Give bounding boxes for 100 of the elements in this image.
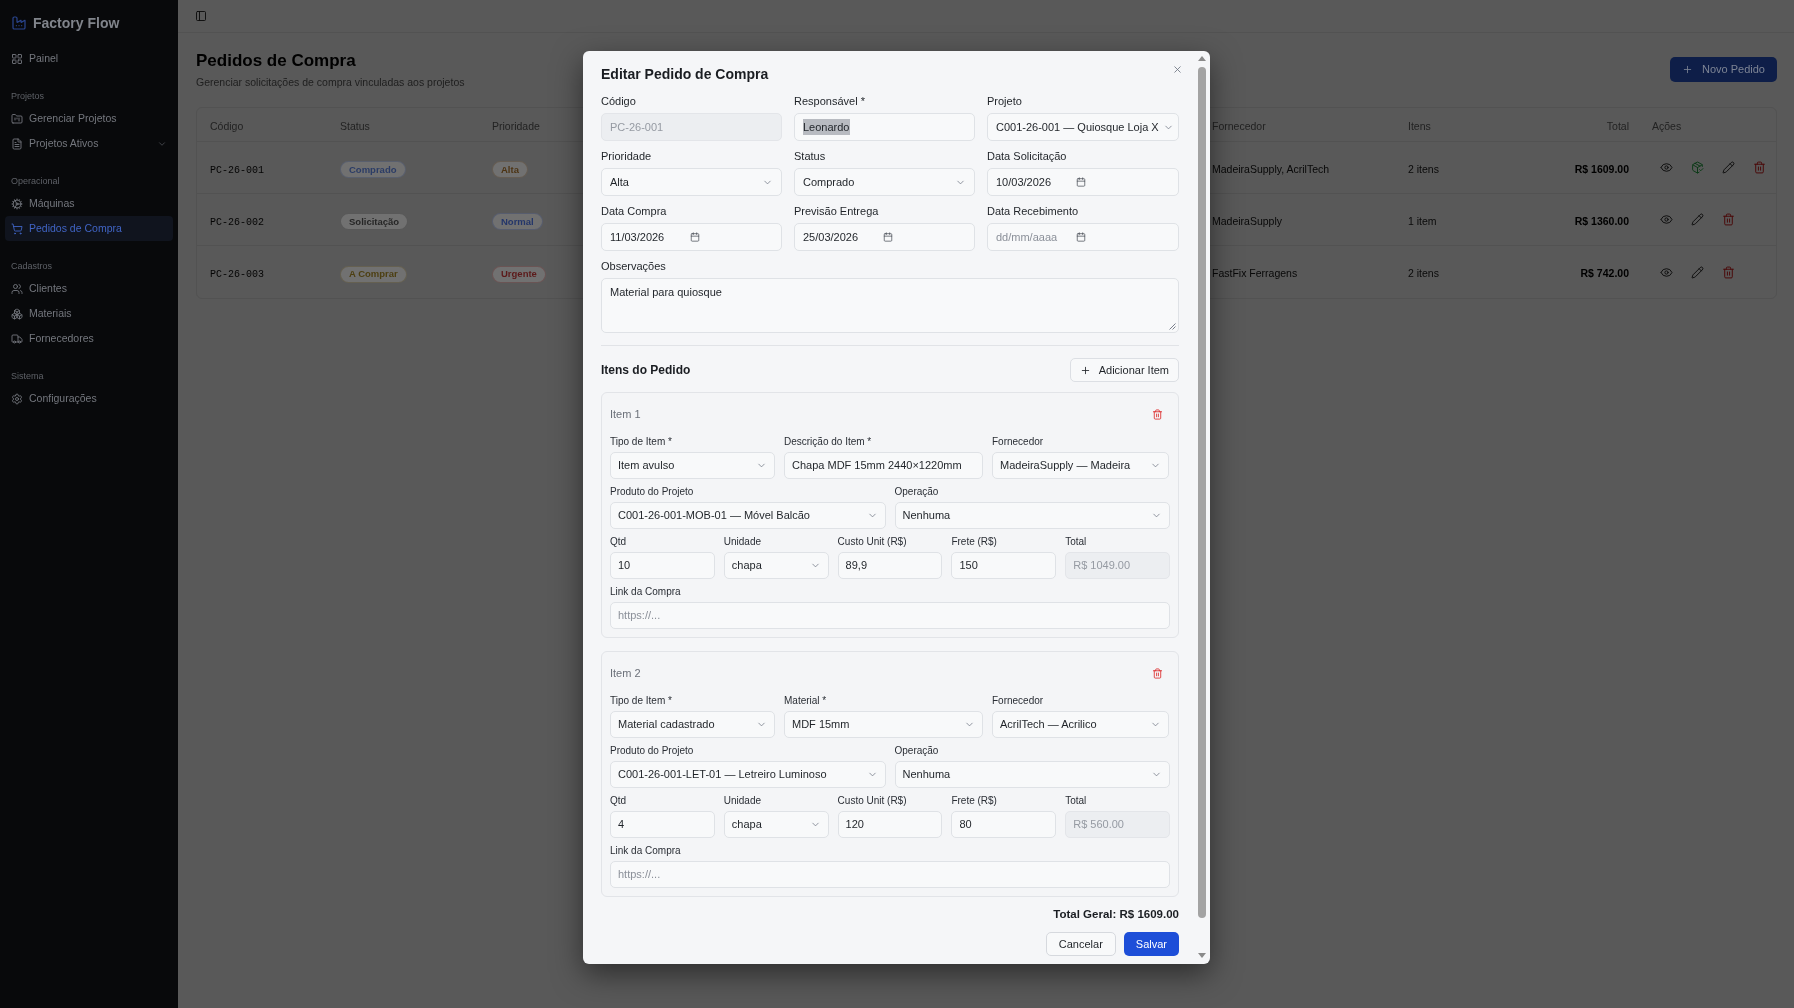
readonly-field: R$ 560.00 [1065, 811, 1170, 838]
select-field[interactable]: MadeiraSupply — Madeira [992, 452, 1169, 479]
supplier-name: FastFix Ferragens [1212, 267, 1298, 279]
package-check-icon [1690, 161, 1704, 174]
item-count: 1 item [1408, 214, 1437, 227]
select-field[interactable]: chapa [723, 811, 829, 838]
field-label: Produto do Projeto [610, 744, 695, 758]
factory-logo-icon [11, 15, 27, 31]
text-field[interactable]: Chapa MDF 15mm 2440×1220mm [784, 452, 983, 479]
select-field[interactable]: MDF 15mm [784, 711, 983, 738]
field-label: Projeto [987, 94, 1023, 109]
pencil-icon [1690, 213, 1704, 226]
item-title: Item 1 [610, 406, 641, 422]
field-label: Qtd [610, 535, 628, 549]
select-field[interactable]: Nenhuma [894, 761, 1170, 788]
section-label: Operacional [10, 175, 61, 189]
field-label: Unidade [723, 535, 763, 549]
select-field[interactable]: Item avulso [610, 452, 775, 479]
trash-icon [1721, 213, 1735, 226]
field-label: Total [1065, 794, 1088, 808]
field-label: Status [794, 149, 827, 164]
gear-icon [11, 197, 23, 210]
nav-item[interactable]: Máquinas [5, 191, 173, 216]
select-field[interactable]: C001-26-001 — Quiosque Loja X [987, 113, 1179, 141]
select-field[interactable]: chapa [723, 552, 829, 579]
date-field[interactable]: 25/03/2026 [794, 223, 975, 251]
text-field[interactable]: 89,9 [837, 552, 943, 579]
field-label: Prioridade [601, 149, 653, 164]
select-field[interactable]: Alta [601, 168, 782, 196]
trash-icon [1151, 667, 1163, 679]
folder-icon [11, 112, 23, 125]
field-label: Operação [894, 744, 940, 758]
nav-item[interactable]: Painel [5, 46, 173, 71]
calendar-icon [1076, 232, 1086, 242]
cancel-button[interactable]: Cancelar [1045, 932, 1116, 956]
priority-badge: Urgente [492, 265, 546, 283]
field-label: Custo Unit (R$) [837, 535, 908, 549]
select-field[interactable]: Comprado [794, 168, 975, 196]
dialog-title: Editar Pedido de Compra [601, 65, 769, 84]
text-field[interactable]: 80 [951, 811, 1057, 838]
add-item-button[interactable]: Adicionar Item [1069, 358, 1179, 382]
field-label: Material * [784, 694, 828, 708]
supplier-name: MadeiraSupply [1212, 214, 1283, 227]
field-label: Total [1065, 535, 1088, 549]
field-label: Data Solicitação [987, 149, 1068, 164]
new-order-button[interactable]: Novo Pedido [1670, 57, 1777, 82]
settings-icon [11, 392, 23, 405]
order-total: R$ 1609.00 [1574, 162, 1629, 175]
field-label: Data Compra [601, 204, 668, 219]
save-button[interactable]: Salvar [1123, 932, 1179, 956]
text-field[interactable]: 10 [610, 552, 715, 579]
document-icon [11, 137, 23, 150]
text-field[interactable]: 150 [951, 552, 1057, 579]
plus-icon [1682, 64, 1693, 75]
users-icon [11, 282, 23, 295]
nav-item[interactable]: Gerenciar Projetos [5, 106, 173, 131]
field-label: Unidade [723, 794, 763, 808]
item-count: 2 itens [1408, 162, 1439, 175]
nav-item[interactable]: Clientes [5, 276, 173, 301]
nav-item[interactable]: Projetos Ativos [5, 131, 173, 156]
readonly-field: R$ 1049.00 [1065, 552, 1170, 579]
scrollbar-thumb[interactable] [1198, 67, 1206, 918]
date-field[interactable]: 10/03/2026 [987, 168, 1179, 196]
section-label: Projetos [10, 90, 46, 104]
scroll-up-icon [1198, 56, 1206, 61]
field-label: Descrição do Item * [784, 435, 873, 449]
select-field[interactable]: Material cadastrado [610, 711, 775, 738]
field-label: Custo Unit (R$) [837, 794, 908, 808]
page-title: Pedidos de Compra [196, 50, 357, 72]
date-field[interactable]: 11/03/2026 [601, 223, 782, 251]
status-badge: Comprado [340, 161, 406, 179]
text-field[interactable]: 4 [610, 811, 715, 838]
trash-icon [1151, 408, 1163, 420]
notes-field[interactable]: Material para quiosque [601, 278, 1179, 333]
calendar-icon [1076, 177, 1086, 187]
field-label: Frete (R$) [951, 535, 998, 549]
field-label: Código [601, 94, 637, 109]
nav-item[interactable]: Materiais [5, 301, 173, 326]
field-label: Data Recebimento [987, 204, 1080, 219]
text-field[interactable]: 120 [837, 811, 943, 838]
truck-icon [11, 332, 23, 345]
scroll-down-icon [1198, 953, 1206, 958]
priority-badge: Normal [492, 213, 543, 231]
plus-icon [1079, 364, 1091, 376]
trash-icon [1721, 265, 1735, 279]
nav-item[interactable]: Fornecedores [5, 326, 173, 351]
item-count: 2 itens [1408, 267, 1439, 279]
nav-item[interactable]: Configurações [5, 386, 173, 411]
select-field[interactable]: AcrilTech — Acrilico [992, 711, 1169, 738]
eye-icon [1659, 265, 1673, 279]
select-field[interactable]: Nenhuma [894, 502, 1170, 529]
grand-total: Total Geral: R$ 1609.00 [1053, 907, 1179, 922]
order-total: R$ 742.00 [1580, 267, 1629, 279]
text-field[interactable]: Leonardo [794, 113, 975, 141]
select-field[interactable]: C001-26-001-LET-01 — Letreiro Luminoso [610, 761, 886, 788]
resize-handle-icon [1169, 323, 1176, 330]
section-label: Cadastros [10, 260, 54, 274]
boxes-icon [11, 307, 23, 320]
brand-name: Factory Flow [33, 13, 120, 33]
select-field[interactable]: C001-26-001-MOB-01 — Móvel Balcão [610, 502, 886, 529]
